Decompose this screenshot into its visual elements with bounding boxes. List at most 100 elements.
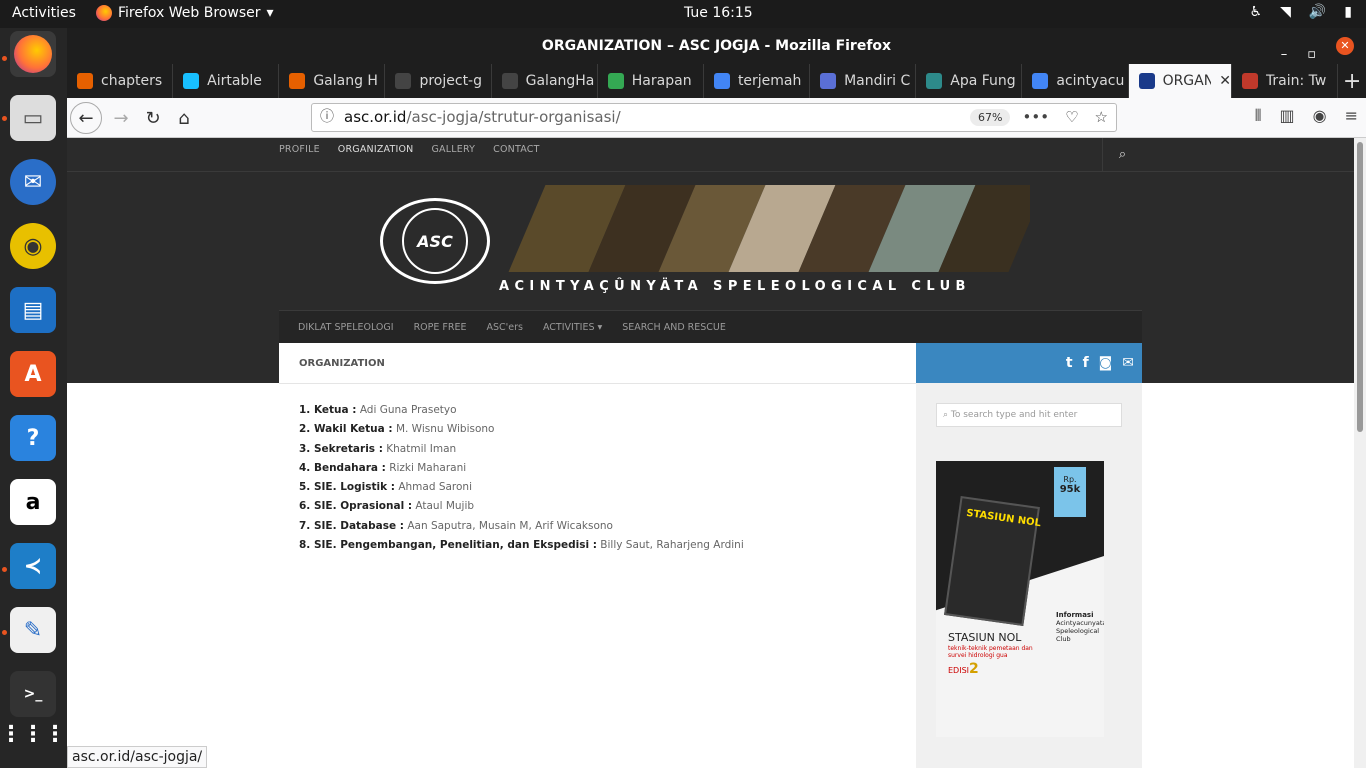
- price-tag: Rp. 95k: [1054, 467, 1086, 517]
- dock-text-editor[interactable]: ✎: [10, 607, 56, 653]
- book-advert[interactable]: STASIUN NOL Rp. 95k STASIUN NOL teknik-te…: [936, 461, 1104, 737]
- zoom-indicator[interactable]: 67%: [970, 109, 1011, 126]
- instagram-icon[interactable]: ◙: [1099, 355, 1113, 371]
- edition-number: 2: [969, 661, 979, 677]
- topnav-contact[interactable]: CONTACT: [493, 144, 539, 164]
- forward-button[interactable]: →: [107, 104, 135, 132]
- member-name: Billy Saut, Raharjeng Ardini: [600, 539, 744, 552]
- facebook-icon[interactable]: f: [1083, 355, 1089, 371]
- dock-rhythmbox[interactable]: ◉: [10, 223, 56, 269]
- tab-7[interactable]: Mandiri C: [810, 64, 917, 98]
- page-scrollbar[interactable]: [1354, 138, 1366, 768]
- page-actions-icon[interactable]: •••: [1023, 104, 1050, 131]
- logo-mark: ASC: [402, 208, 468, 274]
- search-icon[interactable]: ⌕: [1102, 138, 1142, 171]
- reload-button[interactable]: ↻: [139, 104, 167, 132]
- organization-list: 1. Ketua : Adi Guna Prasetyo 2. Wakil Ket…: [279, 384, 916, 558]
- close-button[interactable]: ✕: [1336, 37, 1354, 55]
- nav-activities[interactable]: ACTIVITIES ▾: [543, 322, 602, 333]
- tab-0[interactable]: chapters: [67, 64, 174, 98]
- topnav-organization[interactable]: ORGANIZATION: [338, 144, 414, 164]
- tab-11[interactable]: Train: Tw: [1232, 64, 1339, 98]
- menu-icon[interactable]: ≡: [1345, 106, 1358, 126]
- dock-writer[interactable]: ▤: [10, 287, 56, 333]
- dock-software[interactable]: A: [10, 351, 56, 397]
- member-role: 6. SIE. Oprasional :: [299, 500, 413, 513]
- list-item: 7. SIE. Database : Aan Saputra, Musain M…: [299, 520, 916, 539]
- tab-5[interactable]: Harapan: [598, 64, 704, 98]
- member-name: Khatmil Iman: [386, 442, 457, 455]
- tab-3[interactable]: project-g: [385, 64, 492, 98]
- dock-firefox[interactable]: [10, 31, 56, 77]
- sidebar-search-input[interactable]: ⌕ To search type and hit enter: [936, 403, 1122, 427]
- new-tab-button[interactable]: +: [1338, 64, 1366, 98]
- tab-9[interactable]: acintyacu: [1022, 64, 1129, 98]
- folder-icon: ▭: [22, 105, 44, 131]
- url-bar[interactable]: ⓘ asc.or.id/asc-jogja/strutur-organisasi…: [311, 103, 1117, 132]
- tab-favicon-icon: [183, 73, 200, 89]
- tab-label: Galang H: [313, 73, 378, 89]
- list-item: 6. SIE. Oprasional : Ataul Mujib: [299, 500, 916, 519]
- topnav-profile[interactable]: PROFILE: [279, 144, 320, 164]
- tab-close-icon[interactable]: ✕: [1219, 73, 1231, 89]
- dock: ▭ ✉ ◉ ▤ A ? a ≺ ✎ >_ ⋮⋮⋮: [0, 28, 67, 768]
- tab-1[interactable]: Airtable: [173, 64, 280, 98]
- nav-ascers[interactable]: ASC'ers: [486, 322, 522, 333]
- document-icon: ▤: [22, 297, 44, 323]
- twitter-icon[interactable]: t: [1066, 355, 1073, 371]
- account-icon[interactable]: ◉: [1313, 106, 1327, 126]
- app-menu[interactable]: Firefox Web Browser ▾: [96, 5, 274, 21]
- firefox-window: ORGANIZATION – ASC JOGJA - Mozilla Firef…: [67, 28, 1366, 768]
- tab-2[interactable]: Galang H: [279, 64, 386, 98]
- nav-rope-free[interactable]: ROPE FREE: [414, 322, 467, 333]
- edition-label: EDISI: [948, 666, 970, 675]
- library-icon[interactable]: ⫴: [1255, 106, 1262, 126]
- email-icon[interactable]: ✉: [1122, 355, 1134, 371]
- list-item: 8. SIE. Pengembangan, Penelitian, dan Ek…: [299, 539, 916, 558]
- info-icon[interactable]: ⓘ: [320, 104, 334, 131]
- member-role: 1. Ketua :: [299, 404, 357, 416]
- dock-help[interactable]: ?: [10, 415, 56, 461]
- member-role: 8. SIE. Pengembangan, Penelitian, dan Ek…: [299, 539, 597, 552]
- scrollbar-thumb[interactable]: [1357, 142, 1363, 432]
- back-button[interactable]: ←: [70, 102, 102, 134]
- dock-vscode[interactable]: ≺: [10, 543, 56, 589]
- accessibility-icon[interactable]: ♿: [1250, 4, 1263, 20]
- tab-favicon-icon: [501, 73, 518, 89]
- dock-amazon[interactable]: a: [10, 479, 56, 525]
- clock[interactable]: Tue 16:15: [684, 5, 753, 21]
- pocket-icon[interactable]: ♡: [1065, 104, 1078, 131]
- home-button[interactable]: ⌂: [170, 104, 198, 132]
- system-tray[interactable]: ♿ ◥ 🔊 ▮: [1250, 4, 1353, 20]
- dock-files[interactable]: ▭: [10, 95, 56, 141]
- tab-10[interactable]: ORGAN ✕: [1128, 64, 1232, 98]
- tab-label: acintyacu: [1056, 73, 1125, 89]
- member-role: 3. Sekretaris :: [299, 442, 383, 455]
- bookmark-star-icon[interactable]: ☆: [1095, 104, 1108, 131]
- tab-label: ORGAN: [1162, 73, 1212, 89]
- tab-label: project-g: [419, 73, 482, 89]
- nav-diklat[interactable]: DIKLAT SPELEOLOGI: [298, 322, 394, 333]
- volume-icon[interactable]: 🔊: [1309, 4, 1326, 20]
- pencil-icon: ✎: [23, 617, 43, 643]
- tab-strip: chapters Airtable Galang H project-g GalangH…: [67, 64, 1366, 98]
- tab-favicon-icon: [77, 73, 93, 89]
- sidebar-icon[interactable]: ▥: [1280, 106, 1295, 126]
- member-name: Ataul Mujib: [415, 500, 475, 513]
- club-logo[interactable]: ASC: [380, 198, 490, 284]
- show-applications-button[interactable]: ⋮⋮⋮: [0, 711, 66, 757]
- poster-subtitle: teknik-teknik pemetaan dan survei hidrol…: [948, 645, 1033, 659]
- tab-8[interactable]: Apa Fung: [916, 64, 1023, 98]
- activities-button[interactable]: Activities: [12, 5, 76, 21]
- battery-icon[interactable]: ▮: [1344, 4, 1352, 20]
- dock-thunderbird[interactable]: ✉: [10, 159, 56, 205]
- nav-search-rescue[interactable]: SEARCH AND RESCUE: [622, 322, 726, 333]
- topnav-gallery[interactable]: GALLERY: [432, 144, 476, 164]
- main-content: ORGANIZATION 1. Ketua : Adi Guna Prasety…: [279, 343, 916, 768]
- tab-6[interactable]: terjemah: [704, 64, 811, 98]
- wifi-icon[interactable]: ◥: [1280, 4, 1291, 20]
- vscode-icon: ≺: [23, 553, 43, 579]
- tab-4[interactable]: GalangHa: [492, 64, 598, 98]
- sidebar: t f ◙ ✉ ⌕ To search type and hit enter S…: [916, 343, 1142, 768]
- search-placeholder: To search type and hit enter: [950, 410, 1078, 420]
